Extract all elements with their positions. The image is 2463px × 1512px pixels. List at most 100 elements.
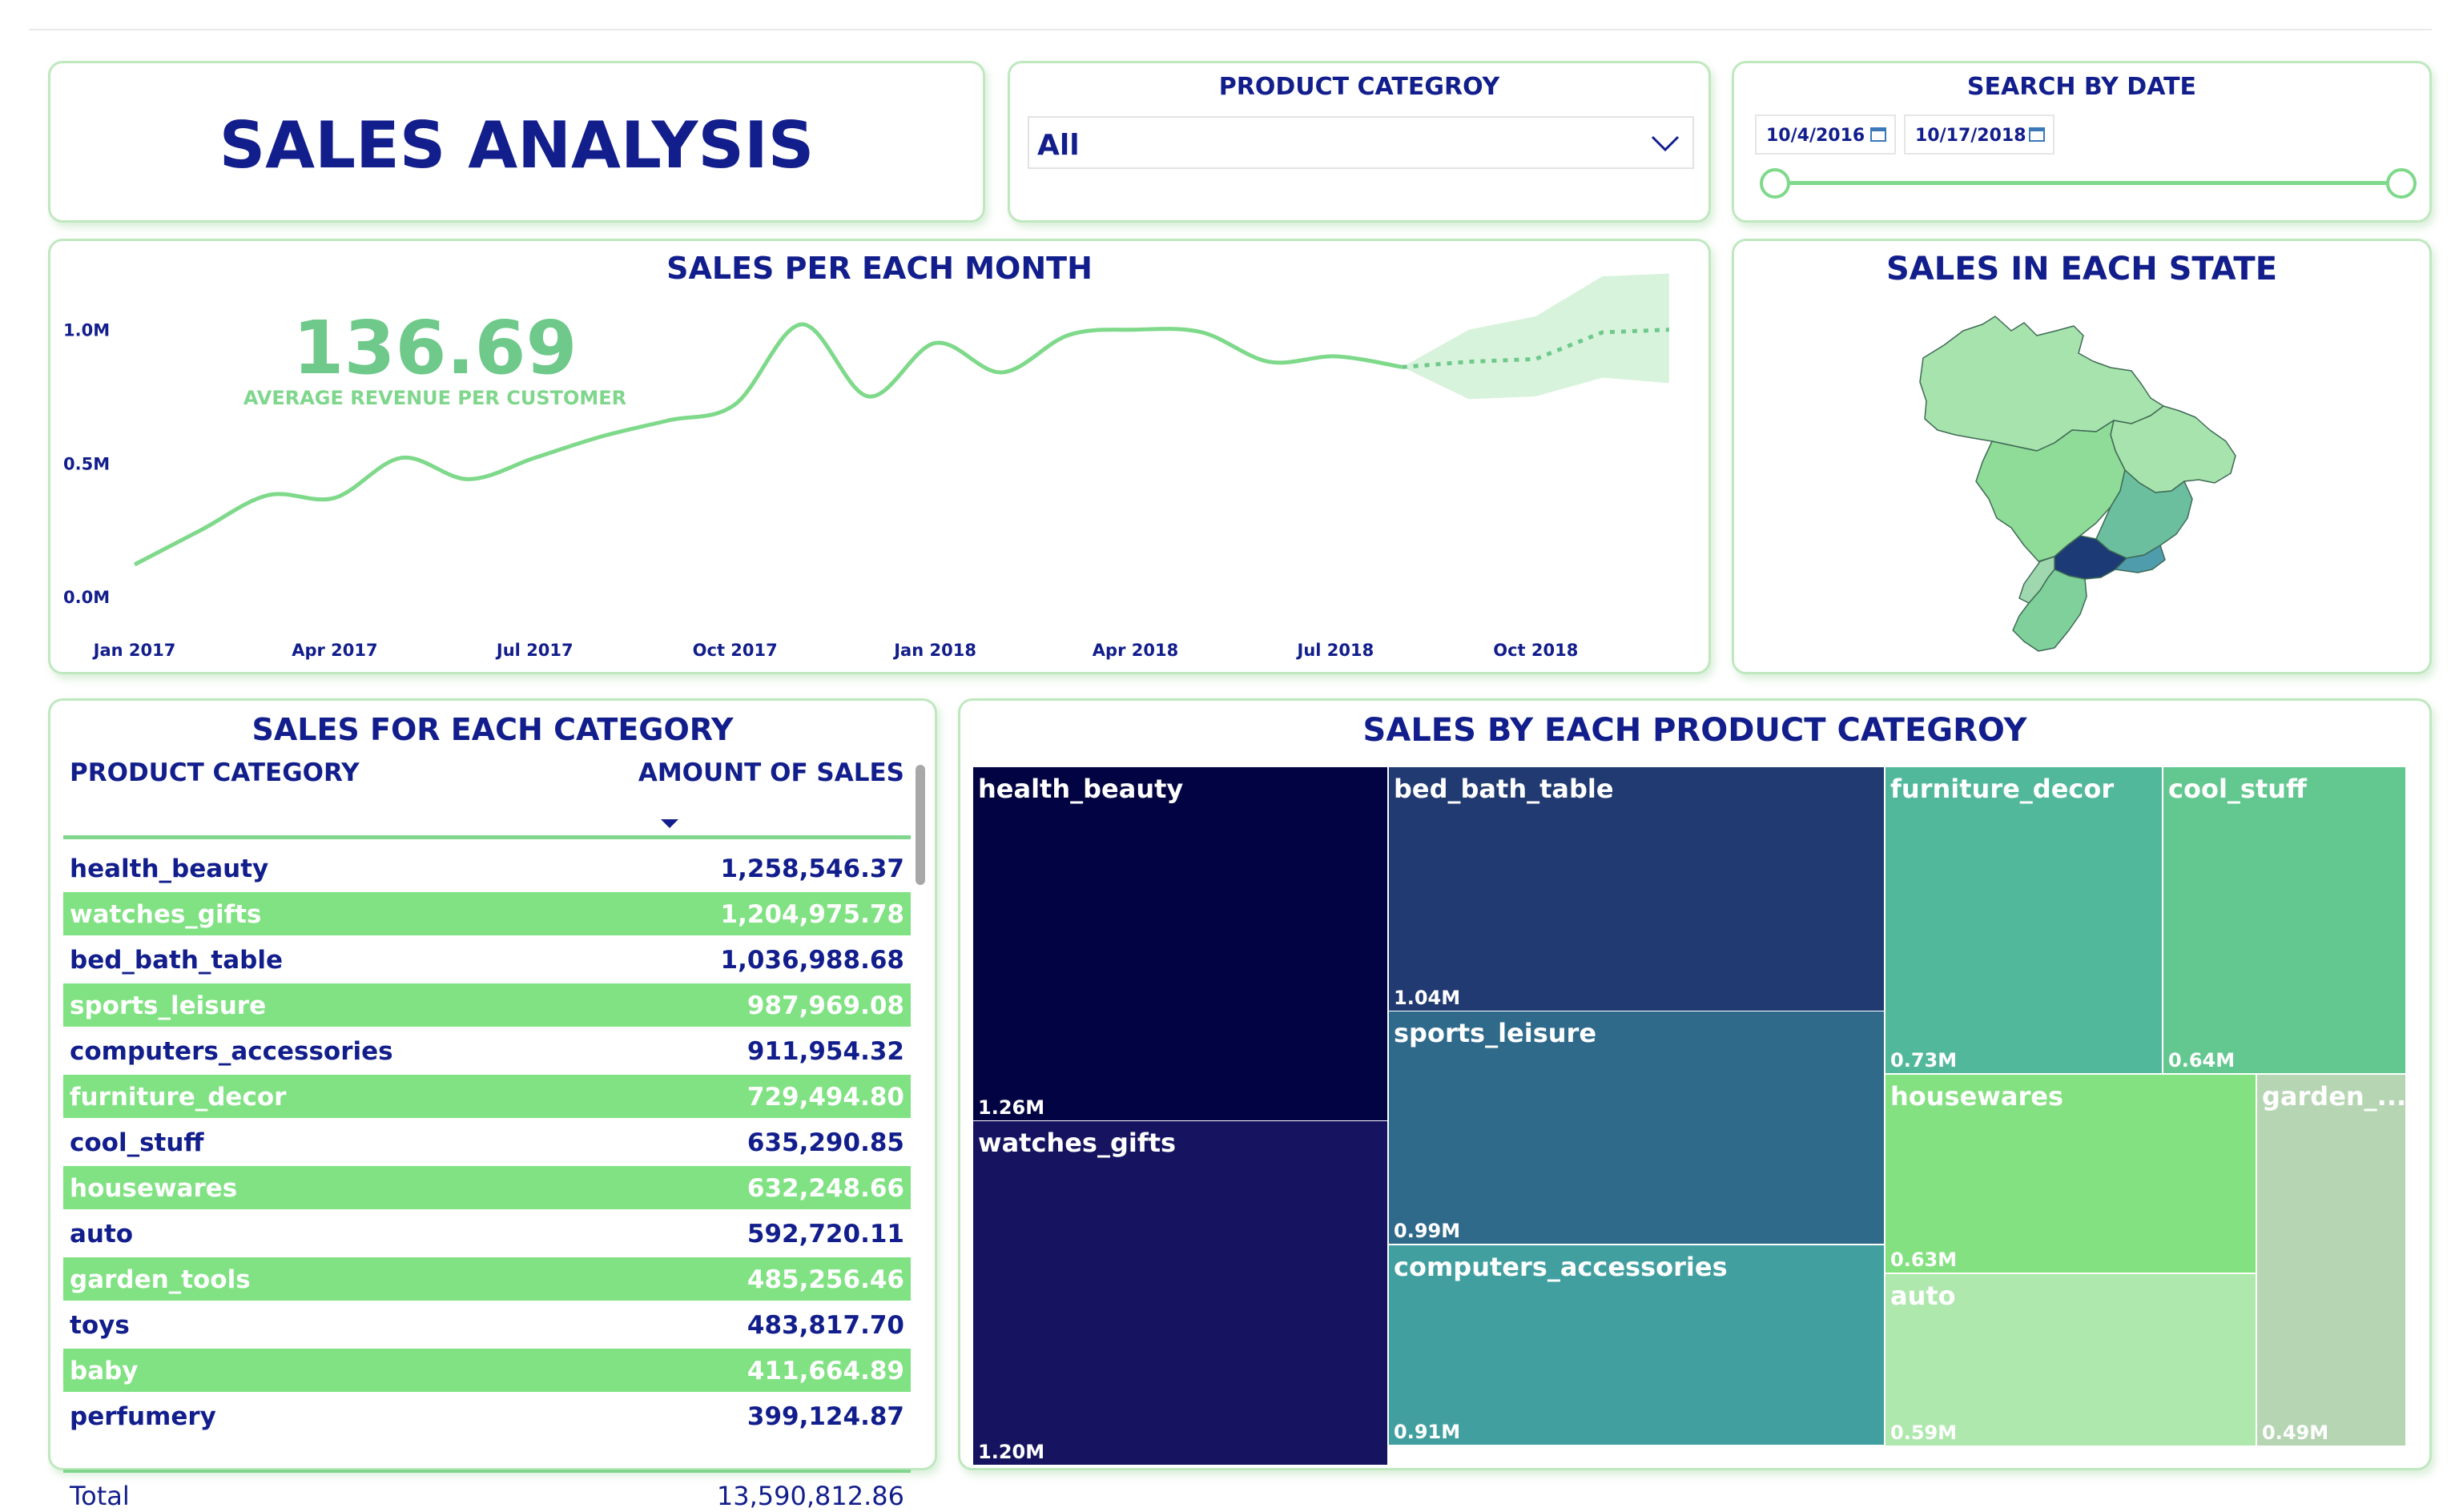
top-rule xyxy=(29,29,2432,30)
x-tick-label: Jul 2018 xyxy=(1296,641,1374,660)
tile-value: 0.59M xyxy=(1890,1422,1958,1444)
state-map-card: SALES IN EACH STATE xyxy=(1732,239,2432,674)
brazil-state-map[interactable] xyxy=(1734,241,2429,672)
treemap-card: SALES BY EACH PRODUCT CATEGROY health_be… xyxy=(958,698,2432,1470)
table-row[interactable]: furniture_decor 729,494.80 xyxy=(63,1075,911,1118)
treemap-tile[interactable]: health_beauty 1.26M xyxy=(973,767,1389,1122)
treemap-tile[interactable]: bed_bath_table 1.04M xyxy=(1389,767,1885,1012)
row-category: baby xyxy=(70,1357,139,1385)
row-category: auto xyxy=(70,1220,134,1249)
start-date-value: 10/4/2016 xyxy=(1766,126,1865,146)
total-rule xyxy=(63,1470,911,1473)
row-category: health_beauty xyxy=(70,855,269,883)
table-row[interactable]: watches_gifts 1,204,975.78 xyxy=(63,892,911,935)
tile-value: 0.73M xyxy=(1890,1049,1958,1072)
end-date-value: 10/17/2018 xyxy=(1915,126,2026,146)
tile-value: 1.20M xyxy=(978,1441,1045,1463)
chevron-down-icon xyxy=(1651,135,1680,152)
tile-value: 0.99M xyxy=(1394,1220,1461,1242)
tile-name: garden_... xyxy=(2262,1081,2407,1112)
tile-name: watches_gifts xyxy=(978,1128,1177,1158)
row-category: cool_stuff xyxy=(70,1128,204,1157)
treemap-tile[interactable]: watches_gifts 1.20M xyxy=(973,1121,1389,1466)
tile-value: 1.04M xyxy=(1394,987,1461,1009)
table-row[interactable]: perfumery 399,124.87 xyxy=(63,1394,911,1438)
row-amount: 635,290.85 xyxy=(747,1128,904,1157)
treemap-tile[interactable]: furniture_decor 0.73M xyxy=(1885,767,2163,1075)
table-row[interactable]: housewares 632,248.66 xyxy=(63,1166,911,1209)
tile-name: cool_stuff xyxy=(2168,774,2307,804)
row-amount: 1,036,988.68 xyxy=(720,946,904,975)
category-dropdown-value: All xyxy=(1037,129,1080,162)
row-category: toys xyxy=(70,1311,130,1340)
forecast-band xyxy=(1402,273,1669,400)
y-tick-label: 1.0M xyxy=(63,321,110,340)
row-amount: 987,969.08 xyxy=(747,991,904,1020)
row-category: bed_bath_table xyxy=(70,946,283,975)
row-category: computers_accessories xyxy=(70,1037,393,1066)
table-row[interactable]: auto 592,720.11 xyxy=(63,1212,911,1255)
tile-value: 0.64M xyxy=(2168,1049,2236,1072)
table-scrollbar[interactable] xyxy=(916,765,925,885)
row-category: sports_leisure xyxy=(70,991,267,1020)
category-filter-card: PRODUCT CATEGROY All xyxy=(1008,61,1711,223)
table-row[interactable]: computers_accessories 911,954.32 xyxy=(63,1029,911,1072)
treemap-title: SALES BY EACH PRODUCT CATEGROY xyxy=(1362,712,2027,749)
row-category: housewares xyxy=(70,1174,238,1203)
table-row[interactable]: bed_bath_table 1,036,988.68 xyxy=(63,938,911,981)
header-rule xyxy=(63,835,911,839)
table-row[interactable]: toys 483,817.70 xyxy=(63,1303,911,1346)
page-title: SALES ANALYSIS xyxy=(219,108,815,183)
start-date-input[interactable]: 10/4/2016 xyxy=(1755,115,1896,155)
row-category: perfumery xyxy=(70,1402,216,1431)
table-row[interactable]: sports_leisure 987,969.08 xyxy=(63,983,911,1027)
tile-name: housewares xyxy=(1890,1081,2063,1112)
total-value: 13,590,812.86 xyxy=(716,1481,904,1511)
calendar-icon[interactable] xyxy=(1870,127,1886,142)
tile-value: 0.63M xyxy=(1890,1249,1958,1271)
row-amount: 411,664.89 xyxy=(747,1357,904,1385)
column-header-category[interactable]: PRODUCT CATEGORY xyxy=(70,758,360,787)
calendar-icon[interactable] xyxy=(2029,127,2045,142)
kpi-label: AVERAGE REVENUE PER CUSTOMER xyxy=(243,387,627,409)
x-tick-label: Jan 2018 xyxy=(892,641,976,660)
table-row[interactable]: baby 411,664.89 xyxy=(63,1349,911,1392)
treemap-tile[interactable]: garden_... 0.49M xyxy=(2257,1075,2407,1447)
x-tick-label: Apr 2017 xyxy=(292,641,377,660)
end-date-input[interactable]: 10/17/2018 xyxy=(1904,115,2055,155)
y-tick-label: 0.5M xyxy=(63,454,110,473)
row-amount: 485,256.46 xyxy=(747,1265,904,1294)
table-row[interactable]: garden_tools 485,256.46 xyxy=(63,1257,911,1301)
treemap-tile[interactable]: housewares 0.63M xyxy=(1885,1075,2257,1274)
tile-name: bed_bath_table xyxy=(1394,774,1614,804)
tile-value: 0.91M xyxy=(1394,1421,1461,1443)
date-range-slider-track[interactable] xyxy=(1774,181,2396,185)
tile-name: health_beauty xyxy=(978,774,1184,804)
date-slider-end-handle[interactable] xyxy=(2386,168,2417,199)
treemap-tile[interactable]: computers_accessories 0.91M xyxy=(1389,1245,1885,1446)
treemap-tile[interactable]: cool_stuff 0.64M xyxy=(2163,767,2407,1075)
tile-name: auto xyxy=(1890,1281,1956,1311)
row-amount: 729,494.80 xyxy=(747,1083,904,1112)
category-dropdown[interactable]: All xyxy=(1028,116,1694,169)
date-filter-title: SEARCH BY DATE xyxy=(1966,73,2197,101)
row-amount: 1,258,546.37 xyxy=(720,855,904,883)
tile-name: furniture_decor xyxy=(1890,774,2115,804)
column-header-amount[interactable]: AMOUNT OF SALES xyxy=(638,758,904,787)
treemap-tile[interactable]: auto 0.59M xyxy=(1885,1274,2257,1447)
row-amount: 592,720.11 xyxy=(747,1220,904,1249)
treemap-tile[interactable]: sports_leisure 0.99M xyxy=(1389,1011,1885,1245)
table-row[interactable]: cool_stuff 635,290.85 xyxy=(63,1120,911,1164)
sort-descending-icon[interactable] xyxy=(661,819,678,828)
row-category: garden_tools xyxy=(70,1265,251,1294)
row-category: furniture_decor xyxy=(70,1083,287,1112)
x-tick-label: Jan 2017 xyxy=(92,641,176,660)
table-row[interactable]: health_beauty 1,258,546.37 xyxy=(63,846,911,890)
filter-title: PRODUCT CATEGROY xyxy=(1218,73,1500,101)
x-tick-label: Apr 2018 xyxy=(1093,641,1178,660)
title-card: SALES ANALYSIS xyxy=(48,61,985,223)
table-title: SALES FOR EACH CATEGORY xyxy=(252,712,734,747)
row-amount: 1,204,975.78 xyxy=(720,900,904,929)
date-filter-card: SEARCH BY DATE 10/4/2016 10/17/2018 xyxy=(1732,61,2432,223)
date-slider-start-handle[interactable] xyxy=(1760,168,1790,199)
